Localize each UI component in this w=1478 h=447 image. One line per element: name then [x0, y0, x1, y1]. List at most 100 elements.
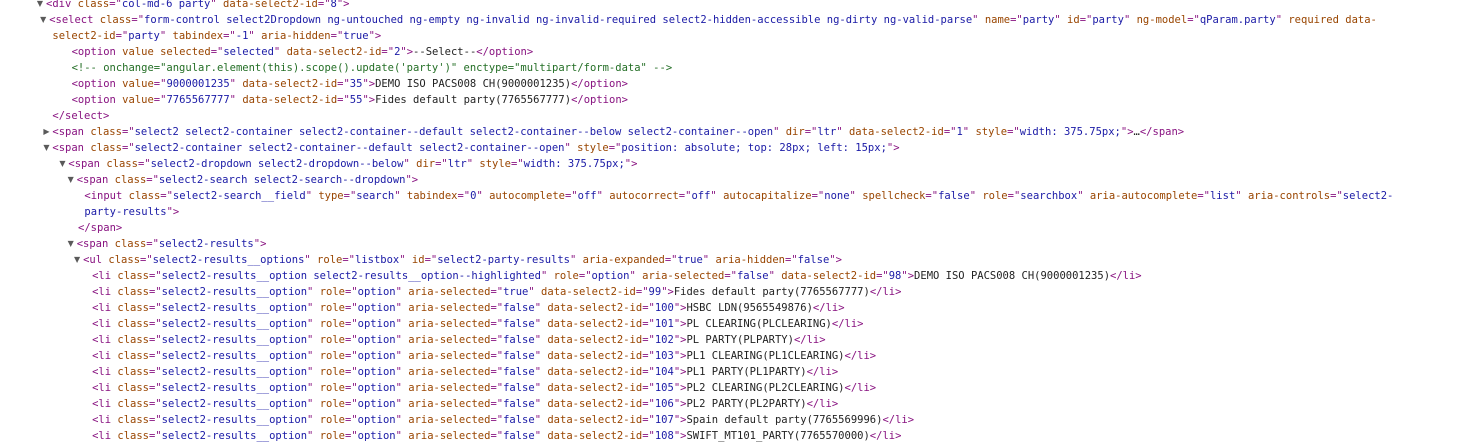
token-tag: "> — [829, 254, 842, 266]
token-val: select2-search select2-search--dropdown — [158, 174, 406, 186]
token-attr: aria-controls — [1247, 190, 1331, 202]
dom-node-line[interactable]: ▼ <div class="col-md-6 party" data-select… — [0, 0, 1478, 12]
token-tag: "> — [624, 158, 638, 170]
token-tag: =" — [153, 94, 167, 106]
token-tag: =" — [1330, 190, 1343, 202]
dom-node-line[interactable]: ▼ <span class="select2-search select2-sea… — [0, 172, 1478, 188]
token-attr: class — [128, 190, 161, 202]
dom-node-line[interactable]: ▼ <select class="form-control select2Drop… — [0, 12, 1478, 28]
expand-triangle-closed-icon[interactable]: ▶ — [41, 124, 51, 140]
token-attr: role — [319, 414, 345, 426]
token-tag: =" — [490, 286, 504, 298]
token-tag: =" — [490, 430, 504, 442]
token-tag: "> — [336, 0, 350, 10]
dom-node-line[interactable]: ▼ <span class="select2-dropdown select2-d… — [0, 156, 1478, 172]
dom-node-line[interactable]: party-results"> — [0, 204, 1478, 220]
token-attr: aria-selected — [408, 350, 491, 362]
dom-node-line[interactable]: <li class="select2-results__option" role… — [0, 316, 1478, 332]
dom-node-line[interactable]: select2-id="party" tabindex="-1" aria-hi… — [0, 28, 1478, 44]
token-tag: <li — [92, 382, 118, 394]
dom-node-line[interactable]: <li class="select2-results__option" role… — [0, 300, 1478, 316]
token-attr: aria-hidden — [261, 30, 331, 42]
dom-node-line[interactable]: <li class="select2-results__option" role… — [0, 332, 1478, 348]
token-tag: " — [395, 302, 409, 314]
dom-node-line[interactable]: ▼ <span class="select2-results"> — [0, 236, 1478, 252]
token-val: none — [824, 190, 850, 202]
dom-node-line[interactable]: <li class="select2-results__option" role… — [0, 380, 1478, 396]
expand-triangle-open-icon[interactable]: ▼ — [57, 156, 67, 172]
token-tag: " — [962, 126, 976, 138]
token-tag: =" — [345, 366, 358, 378]
token-tag: <li — [92, 318, 118, 330]
token-attr: autocorrect — [609, 190, 679, 202]
token-tag: " — [395, 334, 409, 346]
dom-node-line[interactable]: <li class="select2-results__option selec… — [0, 268, 1478, 284]
token-attr: aria-selected — [408, 430, 491, 442]
token-val: 100 — [654, 302, 674, 314]
token-val: qParam.party — [1199, 14, 1276, 26]
dom-node-line[interactable]: <input class="select2-search__field" typ… — [0, 188, 1478, 204]
dom-node-line[interactable]: <li class="select2-results__option" role… — [0, 364, 1478, 380]
token-tag: =" — [608, 142, 622, 154]
dom-node-line[interactable]: <li class="select2-results__option" role… — [0, 412, 1478, 428]
token-tag: " — [395, 366, 409, 378]
token-attr: aria-autocomplete — [1089, 190, 1198, 202]
token-attr: aria-selected — [408, 398, 491, 410]
token-tag: " — [534, 302, 548, 314]
token-attr: data-select2-id — [286, 46, 382, 58]
expand-triangle-open-icon[interactable]: ▼ — [66, 172, 76, 188]
token-attr: spellcheck — [862, 190, 926, 202]
token-tag: <li — [92, 302, 118, 314]
expand-triangle-open-icon[interactable]: ▼ — [35, 0, 45, 12]
dom-node-line[interactable]: <li class="select2-results__option" role… — [0, 284, 1478, 300]
token-val: party-results — [84, 206, 167, 218]
token-tag: =" — [148, 398, 162, 410]
expand-triangle-open-icon[interactable]: ▼ — [41, 140, 51, 156]
token-val: option — [357, 414, 396, 426]
token-tag: "> — [362, 78, 376, 90]
token-tag: " — [969, 190, 983, 202]
token-txt: DEMO ISO PACS008 CH(9000001235) — [914, 270, 1111, 282]
token-tag: "> — [673, 318, 687, 330]
dom-node-line[interactable]: ▼ <span class="select2-container select2-… — [0, 140, 1478, 156]
node-code: <li class="select2-results__option" role… — [92, 300, 844, 316]
token-txt: HSBC LDN(9565549876) — [686, 302, 813, 314]
token-tag: " — [395, 414, 409, 426]
token-tag: " — [534, 414, 548, 426]
token-tag: " — [304, 254, 318, 266]
expand-triangle-open-icon[interactable]: ▼ — [72, 252, 82, 268]
node-code: <input class="select2-search__field" typ… — [84, 188, 1393, 204]
dom-node-line[interactable]: <!-- onchange="angular.element(this).sco… — [0, 60, 1478, 76]
dom-node-line[interactable]: <li class="select2-results__option" role… — [0, 396, 1478, 412]
token-attr: class — [117, 366, 149, 378]
token-val: select2- — [1342, 190, 1394, 202]
token-attr: role — [553, 270, 579, 282]
token-txt: PL2 PARTY(PL2PARTY) — [686, 398, 807, 410]
token-val: false — [503, 398, 535, 410]
token-tag: "> — [673, 414, 687, 426]
dom-node-line[interactable]: <li class="select2-results__option" role… — [0, 348, 1478, 364]
token-tag: "> — [253, 238, 267, 250]
token-val: option — [357, 382, 396, 394]
token-tag: " — [229, 94, 243, 106]
token-tag: =" — [1187, 14, 1200, 26]
dom-node-line[interactable]: <option value="7765567777" data-select2-… — [0, 92, 1478, 108]
token-attr: style — [479, 158, 511, 170]
node-code: </span> — [78, 220, 122, 236]
token-attr: aria-selected — [408, 366, 491, 378]
dom-node-line[interactable]: </span> — [0, 220, 1478, 236]
dom-node-line[interactable]: </select> — [0, 108, 1478, 124]
expand-triangle-open-icon[interactable]: ▼ — [38, 12, 48, 28]
token-tag: <option — [71, 78, 123, 90]
dom-node-line[interactable]: ▶ <span class="select2 select2-container … — [0, 124, 1478, 140]
token-val: select2-results__option — [161, 350, 308, 362]
expand-triangle-open-icon[interactable]: ▼ — [66, 236, 76, 252]
token-attr: aria-selected — [408, 382, 491, 394]
token-attr: class — [108, 254, 141, 266]
dom-node-line[interactable]: <option value selected="selected" data-s… — [0, 44, 1478, 60]
token-txt: PL1 PARTY(PL1PARTY) — [686, 366, 807, 378]
token-tag: " — [702, 254, 716, 266]
dom-node-line[interactable]: <li class="select2-results__option" role… — [0, 428, 1478, 444]
dom-node-line[interactable]: <option value="9000001235" data-select2-… — [0, 76, 1478, 92]
dom-node-line[interactable]: ▼ <ul class="select2-results__options" ro… — [0, 252, 1478, 268]
